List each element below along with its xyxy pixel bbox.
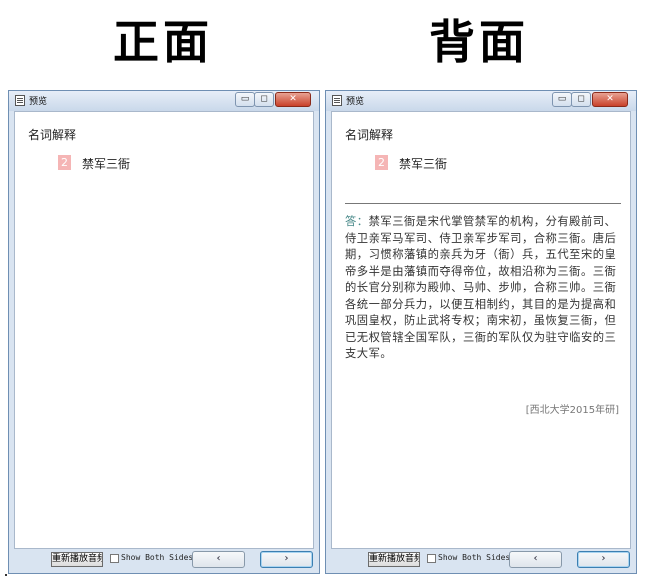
- document-icon: [332, 95, 342, 106]
- show-both-sides-checkbox[interactable]: [427, 554, 436, 563]
- titlebar: 预览 ▭ ◻ ✕: [9, 91, 319, 111]
- question-label: 名词解释: [345, 128, 394, 142]
- bottom-toolbar: 重新播放音频 Show Both Sides ‹ ›: [9, 549, 319, 573]
- show-both-sides-label: Show Both Sides: [438, 553, 511, 562]
- question-label: 名词解释: [28, 128, 77, 142]
- term: 禁军三衙: [82, 157, 131, 171]
- minimize-icon: ▭: [240, 94, 250, 104]
- front-heading: 正面: [113, 15, 213, 69]
- show-both-sides-checkbox[interactable]: [110, 554, 119, 563]
- stray-dot: [5, 574, 7, 576]
- bottom-toolbar: 重新播放音频 Show Both Sides ‹ ›: [326, 549, 636, 573]
- term: 禁军三衙: [399, 157, 448, 171]
- window-title: 预览: [29, 97, 48, 107]
- item-number-badge: 2: [375, 155, 388, 170]
- titlebar: 预览 ▭ ◻ ✕: [326, 91, 636, 111]
- maximize-button[interactable]: ◻: [254, 92, 274, 107]
- next-button[interactable]: ›: [260, 551, 313, 568]
- answer-text: 答：禁军三衙是宋代掌管禁军的机构，分有殿前司、侍卫亲军马军司、侍卫亲军步军司，合…: [345, 214, 621, 363]
- answer-divider: [345, 203, 621, 204]
- window-title: 预览: [346, 97, 365, 107]
- show-both-sides-label: Show Both Sides: [121, 553, 194, 562]
- maximize-icon: ◻: [577, 94, 585, 104]
- previous-button[interactable]: ‹: [509, 551, 562, 568]
- next-button[interactable]: ›: [577, 551, 630, 568]
- close-button[interactable]: ✕: [275, 92, 311, 107]
- close-icon: ✕: [606, 94, 614, 104]
- front-preview-window: 预览 ▭ ◻ ✕ 名词解释 2 禁军三衙 重新播放音频 Show Both Si…: [8, 90, 320, 574]
- minimize-icon: ▭: [557, 94, 567, 104]
- answer-lead: 答：: [345, 215, 369, 228]
- maximize-icon: ◻: [260, 94, 268, 104]
- answer-body: 禁军三衙是宋代掌管禁军的机构，分有殿前司、侍卫亲军马军司、侍卫亲军步军司，合称三…: [345, 215, 617, 360]
- document-icon: [15, 95, 25, 106]
- minimize-button[interactable]: ▭: [552, 92, 572, 107]
- card-content: 名词解释 2 禁军三衙 答：禁军三衙是宋代掌管禁军的机构，分有殿前司、侍卫亲军马…: [331, 111, 631, 549]
- chevron-right-icon: ›: [284, 553, 289, 564]
- replay-audio-button[interactable]: 重新播放音频: [51, 552, 103, 567]
- close-icon: ✕: [289, 94, 297, 104]
- replay-audio-button[interactable]: 重新播放音频: [368, 552, 420, 567]
- previous-button[interactable]: ‹: [192, 551, 245, 568]
- back-heading: 背面: [429, 15, 529, 69]
- card-content: 名词解释 2 禁军三衙: [14, 111, 314, 549]
- answer-source: [西北大学2015年研]: [525, 405, 619, 416]
- minimize-button[interactable]: ▭: [235, 92, 255, 107]
- close-button[interactable]: ✕: [592, 92, 628, 107]
- maximize-button[interactable]: ◻: [571, 92, 591, 107]
- chevron-left-icon: ‹: [533, 553, 538, 564]
- chevron-right-icon: ›: [601, 553, 606, 564]
- back-preview-window: 预览 ▭ ◻ ✕ 名词解释 2 禁军三衙 答：禁军三衙是宋代掌管禁军的机构，分有…: [325, 90, 637, 574]
- item-number-badge: 2: [58, 155, 71, 170]
- chevron-left-icon: ‹: [216, 553, 221, 564]
